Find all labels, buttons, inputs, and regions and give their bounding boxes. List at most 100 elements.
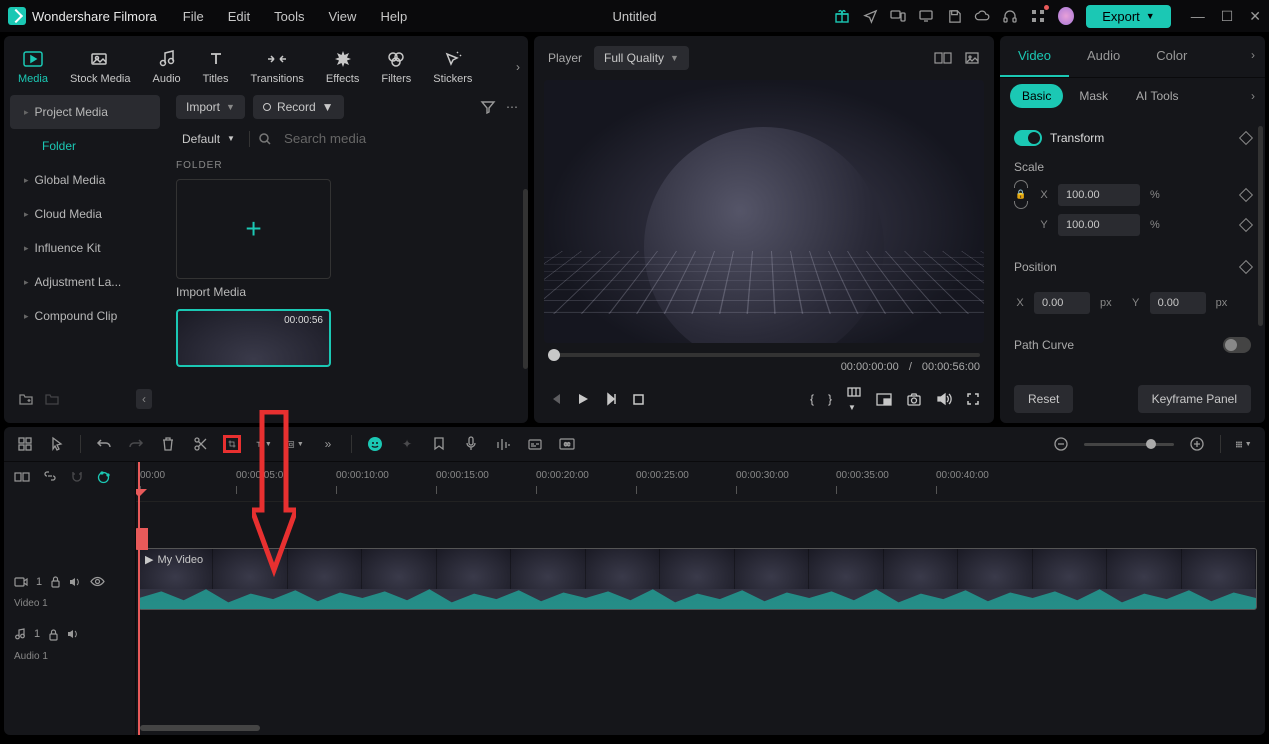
pos-x-input[interactable] [1034,292,1090,314]
tab-media[interactable]: Media [16,44,50,89]
scale-x-input[interactable] [1058,184,1140,206]
time-ruler[interactable]: 00:00 00:00:05:00 00:00:10:00 00:00:15:0… [136,462,1265,502]
caption-icon[interactable]: cc [558,435,576,453]
playhead[interactable] [138,462,140,735]
sidebar-item-cloud-media[interactable]: ▸Cloud Media [10,197,160,231]
keyframe-panel-button[interactable]: Keyframe Panel [1138,385,1251,413]
minimize-icon[interactable]: — [1191,8,1205,25]
new-folder-icon[interactable] [18,392,34,406]
tl-auto-icon[interactable] [96,470,111,485]
timeline-tracks[interactable]: 00:00 00:00:05:00 00:00:10:00 00:00:15:0… [136,462,1265,735]
position-keyframe-icon[interactable] [1239,260,1253,274]
timeline-clip[interactable]: ▶My Video [138,548,1257,610]
mark-out-icon[interactable]: } [828,392,832,406]
apps-icon[interactable] [1030,8,1046,24]
timeline-h-scrollbar[interactable] [140,725,260,731]
tab-effects[interactable]: Effects [324,44,361,89]
tab-transitions[interactable]: Transitions [249,44,306,89]
tab-stickers[interactable]: Stickers [431,44,474,89]
pointer-icon[interactable] [48,435,66,453]
zoom-slider[interactable] [1084,443,1174,446]
scale-y-keyframe-icon[interactable] [1239,218,1253,232]
tl-link-icon[interactable] [42,470,58,485]
mic-icon[interactable] [462,435,480,453]
zoom-out-icon[interactable] [1052,435,1070,453]
volume-icon[interactable] [936,392,952,406]
cloud-icon[interactable] [974,8,990,24]
picture-view-icon[interactable] [964,51,980,65]
props-tabs-scroll-icon[interactable]: › [1241,36,1265,77]
split-icon[interactable] [191,435,209,453]
media-clip-thumbnail[interactable]: 00:00:56 [176,309,331,367]
tab-filters[interactable]: Filters [379,44,413,89]
fullscreen-icon[interactable] [966,392,980,406]
sidebar-item-project-media[interactable]: ▸Project Media [10,95,160,129]
devices-icon[interactable] [890,8,906,24]
menu-edit[interactable]: Edit [228,9,250,24]
quality-dropdown[interactable]: Full Quality▼ [594,46,689,70]
stop-icon[interactable] [632,393,645,406]
tl-magnet-icon[interactable] [70,470,84,485]
reset-button[interactable]: Reset [1014,385,1073,413]
playhead-handle-icon[interactable] [136,528,148,550]
subtabs-scroll-icon[interactable]: › [1251,89,1255,103]
sidebar-item-adjustment-layer[interactable]: ▸Adjustment La... [10,265,160,299]
player-viewport[interactable] [544,80,984,343]
mark-in-icon[interactable]: { [810,392,814,406]
menu-file[interactable]: File [183,9,204,24]
subtab-mask[interactable]: Mask [1067,84,1120,108]
tab-video[interactable]: Video [1000,36,1069,77]
subtab-basic[interactable]: Basic [1010,84,1063,108]
gift-icon[interactable] [834,8,850,24]
search-media-input[interactable] [280,127,518,150]
import-dropdown[interactable]: Import▼ [176,95,245,119]
close-icon[interactable]: ✕ [1249,8,1261,25]
subtitle-icon[interactable] [526,435,544,453]
send-icon[interactable] [862,8,878,24]
transform-toggle[interactable] [1014,130,1042,146]
media-scrollbar[interactable] [523,189,528,369]
lock-audio-icon[interactable] [48,628,59,641]
marker-icon[interactable] [430,435,448,453]
tab-titles[interactable]: Titles [201,44,231,89]
pip-icon[interactable] [876,393,892,406]
subtab-ai-tools[interactable]: AI Tools [1124,84,1190,108]
export-button[interactable]: Export▼ [1086,5,1171,28]
mute-audio-icon[interactable] [67,628,80,640]
mute-video-icon[interactable] [69,576,82,588]
ratio-icon[interactable]: ▼ [846,385,862,413]
scale-y-input[interactable] [1058,214,1140,236]
audio-track-header[interactable]: 1 [4,617,135,651]
maximize-icon[interactable]: ☐ [1221,8,1234,25]
link-scale-icon[interactable]: 🔒 [1014,180,1028,240]
undo-icon[interactable] [95,435,113,453]
profile-icon[interactable] [1058,8,1074,24]
sidebar-item-global-media[interactable]: ▸Global Media [10,163,160,197]
tab-stock-media[interactable]: Stock Media [68,44,133,89]
prev-frame-icon[interactable] [548,392,562,406]
record-dropdown[interactable]: Record▼ [253,95,344,119]
ai-icon[interactable] [366,435,384,453]
crop-icon[interactable] [223,435,241,453]
pos-y-input[interactable] [1150,292,1206,314]
sidebar-item-influence-kit[interactable]: ▸Influence Kit [10,231,160,265]
track-size-icon[interactable]: ▼ [1235,435,1253,453]
sidebar-item-folder[interactable]: Folder [10,129,160,163]
tab-audio-props[interactable]: Audio [1069,36,1138,77]
text-tool-icon[interactable]: ▼ [255,435,273,453]
zoom-in-icon[interactable] [1188,435,1206,453]
monitor-icon[interactable] [918,8,934,24]
tab-color[interactable]: Color [1138,36,1205,77]
sidebar-item-compound-clip[interactable]: ▸Compound Clip [10,299,160,333]
more-icon[interactable]: ⋯ [506,100,518,114]
layout-icon[interactable] [16,435,34,453]
resize-tool-icon[interactable]: ▼ [287,435,305,453]
audio-mix-icon[interactable] [494,435,512,453]
save-icon[interactable] [946,8,962,24]
player-scrubber[interactable] [548,353,980,357]
effects-tool-icon[interactable]: ✦ [398,435,416,453]
import-media-card[interactable]: + [176,179,331,279]
video-track-header[interactable]: 1 [4,565,135,598]
sort-dropdown[interactable]: Default▼ [176,128,241,150]
pathcurve-toggle[interactable] [1223,337,1251,353]
